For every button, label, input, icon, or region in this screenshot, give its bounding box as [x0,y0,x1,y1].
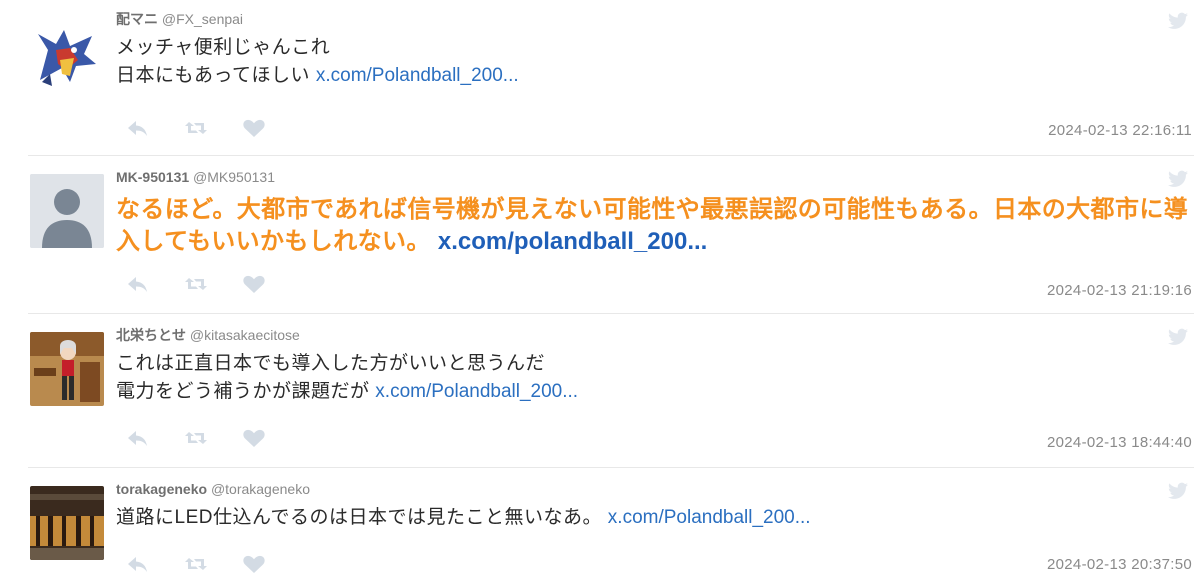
tweet-actions [126,428,266,448]
tweet-link[interactable]: x.com/Polandball_200... [316,65,519,86]
tweet-meta: 北栄ちとせ @kitasakaecitose [116,326,1194,344]
tweet-content: 北栄ちとせ @kitasakaecitose これは正直日本でも導入した方がいい… [116,326,1194,406]
tweet-text: これは正直日本でも導入した方がいいと思うんだ 電力をどう補うかが課題だが x.c… [116,350,1194,406]
tweet-content: 配マニ @FX_senpai メッチャ便利じゃんこれ 日本にもあってほしい x.… [116,10,1194,90]
tweet-text: なるほど。大都市であれば信号機が見えない可能性や最悪誤認の可能性もある。日本の大… [116,194,1194,258]
reply-icon[interactable] [126,428,150,448]
tweet: 北栄ちとせ @kitasakaecitose これは正直日本でも導入した方がいい… [28,326,1194,468]
tweet-text: 道路にLED仕込んでるのは日本では見たこと無いなあ。 x.com/Polandb… [116,504,1194,532]
tweet-text-line: メッチャ便利じゃんこれ [116,37,331,58]
user-handle[interactable]: @kitasakaecitose [190,327,300,343]
avatar[interactable] [30,174,104,248]
reply-icon[interactable] [126,554,150,574]
tweet-timestamp[interactable]: 2024-02-13 18:44:40 [1047,434,1192,451]
avatar[interactable] [30,486,104,560]
tweet-link[interactable]: x.com/Polandball_200... [375,381,578,402]
tweet-meta: 配マニ @FX_senpai [116,10,1194,28]
retweet-icon[interactable] [184,118,208,138]
tweet-text-line: これは正直日本でも導入した方がいいと思うんだ [116,353,546,374]
retweet-icon[interactable] [184,274,208,294]
tweet-actions [126,118,266,138]
retweet-icon[interactable] [184,428,208,448]
user-handle[interactable]: @FX_senpai [162,11,243,27]
twitter-bird-icon[interactable] [1168,170,1188,188]
tweet-timestamp[interactable]: 2024-02-13 20:37:50 [1047,556,1192,573]
tweet-meta: MK-950131 @MK950131 [116,168,1194,186]
divider [28,467,1194,468]
tweet-timestamp[interactable]: 2024-02-13 21:19:16 [1047,282,1192,299]
tweet-text: メッチャ便利じゃんこれ 日本にもあってほしい x.com/Polandball_… [116,34,1194,90]
tweet-timestamp[interactable]: 2024-02-13 22:16:11 [1048,122,1192,139]
tweet-text-line: 道路にLED仕込んでるのは日本では見たこと無いなあ。 [116,507,603,528]
like-icon[interactable] [242,428,266,448]
twitter-bird-icon[interactable] [1168,482,1188,500]
like-icon[interactable] [242,118,266,138]
tweet-meta: torakageneko @torakageneko [116,480,1194,498]
avatar[interactable] [30,20,104,94]
divider [28,155,1194,156]
like-icon[interactable] [242,274,266,294]
user-handle[interactable]: @MK950131 [193,169,275,185]
tweet-feed: 配マニ @FX_senpai メッチャ便利じゃんこれ 日本にもあってほしい x.… [0,0,1200,581]
user-handle[interactable]: @torakageneko [211,481,310,497]
tweet-link[interactable]: x.com/Polandball_200... [608,507,811,528]
tweet: torakageneko @torakageneko 道路にLED仕込んでるのは… [28,480,1194,581]
tweet-text-line: 電力をどう補うかが課題だが [116,381,370,402]
user-name[interactable]: torakageneko [116,481,207,497]
tweet-content: MK-950131 @MK950131 なるほど。大都市であれば信号機が見えない… [116,168,1194,258]
tweet-content: torakageneko @torakageneko 道路にLED仕込んでるのは… [116,480,1194,532]
user-name[interactable]: 配マニ [116,11,158,27]
like-icon[interactable] [242,554,266,574]
tweet-text-line: 日本にもあってほしい [116,65,311,86]
user-name[interactable]: MK-950131 [116,169,189,185]
reply-icon[interactable] [126,118,150,138]
tweet-actions [126,274,266,294]
twitter-bird-icon[interactable] [1168,328,1188,346]
user-name[interactable]: 北栄ちとせ [116,327,186,343]
retweet-icon[interactable] [184,554,208,574]
divider [28,313,1194,314]
tweet: MK-950131 @MK950131 なるほど。大都市であれば信号機が見えない… [28,168,1194,314]
tweet: 配マニ @FX_senpai メッチャ便利じゃんこれ 日本にもあってほしい x.… [28,10,1194,156]
avatar[interactable] [30,332,104,406]
reply-icon[interactable] [126,274,150,294]
tweet-link[interactable]: x.com/polandball_200... [438,228,707,255]
twitter-bird-icon[interactable] [1168,12,1188,30]
tweet-actions [126,554,266,574]
